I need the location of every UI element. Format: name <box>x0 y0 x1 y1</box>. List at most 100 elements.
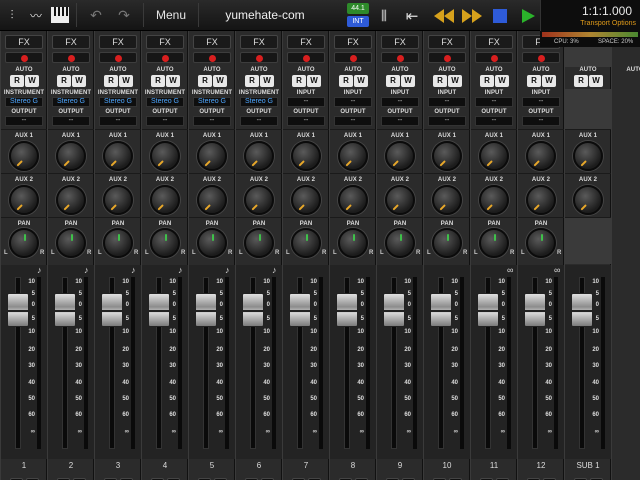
pan-knob[interactable] <box>291 228 321 258</box>
aux2-send-knob[interactable] <box>526 185 556 215</box>
aux2-send-knob[interactable] <box>385 185 415 215</box>
source-select[interactable]: -- <box>334 97 372 107</box>
aux1-send-knob[interactable] <box>244 141 274 171</box>
record-arm-button[interactable] <box>522 52 560 63</box>
fx-button[interactable]: FX <box>240 35 278 49</box>
automation-write-button[interactable]: W <box>72 75 86 87</box>
aux1-send-knob[interactable] <box>150 141 180 171</box>
aux1-send-knob[interactable] <box>197 141 227 171</box>
pan-knob[interactable] <box>479 228 509 258</box>
aux2-send-knob[interactable] <box>197 185 227 215</box>
record-arm-button[interactable] <box>475 52 513 63</box>
source-select[interactable]: -- <box>475 97 513 107</box>
undo-button[interactable]: ↶ <box>85 3 107 27</box>
output-select[interactable]: -- <box>52 116 90 126</box>
aux2-send-knob[interactable] <box>479 185 509 215</box>
fast-forward-button[interactable] <box>458 4 486 28</box>
automation-write-button[interactable]: W <box>25 75 39 87</box>
keyboard-view-button[interactable] <box>48 0 72 31</box>
pan-knob[interactable] <box>526 228 556 258</box>
return-to-start-button[interactable]: ⇤ <box>400 4 424 28</box>
aux1-send-knob[interactable] <box>338 141 368 171</box>
pan-knob[interactable] <box>244 228 274 258</box>
source-select[interactable]: Stereo G <box>99 97 137 107</box>
automation-write-button[interactable]: W <box>119 75 133 87</box>
redo-button[interactable]: ↷ <box>113 3 135 27</box>
record-arm-button[interactable] <box>334 52 372 63</box>
output-select[interactable]: -- <box>146 116 184 126</box>
fx-button[interactable]: FX <box>287 35 325 49</box>
volume-fader-handle[interactable] <box>524 293 546 327</box>
record-arm-button[interactable] <box>240 52 278 63</box>
source-select[interactable]: Stereo G <box>5 97 43 107</box>
pan-knob[interactable] <box>197 228 227 258</box>
output-select[interactable]: -- <box>287 116 325 126</box>
fx-button[interactable]: FX <box>146 35 184 49</box>
record-arm-button[interactable] <box>287 52 325 63</box>
pan-knob[interactable] <box>103 228 133 258</box>
source-select[interactable]: -- <box>381 97 419 107</box>
volume-fader-handle[interactable] <box>7 293 29 327</box>
aux2-send-knob[interactable] <box>103 185 133 215</box>
fx-button[interactable]: FX <box>475 35 513 49</box>
waveform-view-button[interactable]: 〰 <box>24 0 48 31</box>
automation-write-button[interactable]: W <box>166 75 180 87</box>
volume-fader-handle[interactable] <box>477 293 499 327</box>
volume-fader-handle[interactable] <box>54 293 76 327</box>
automation-read-button[interactable]: R <box>292 75 306 87</box>
record-arm-button[interactable] <box>146 52 184 63</box>
automation-read-button[interactable]: R <box>480 75 494 87</box>
mixer-settings-button[interactable]: ⫼ <box>372 4 396 28</box>
record-arm-button[interactable] <box>99 52 137 63</box>
output-select[interactable]: -- <box>522 116 560 126</box>
pan-knob[interactable] <box>9 228 39 258</box>
output-select[interactable]: -- <box>428 116 466 126</box>
volume-fader-handle[interactable] <box>242 293 264 327</box>
aux1-send-knob[interactable] <box>526 141 556 171</box>
aux1-send-knob[interactable] <box>479 141 509 171</box>
aux1-send-knob[interactable] <box>385 141 415 171</box>
aux2-send-knob[interactable] <box>244 185 274 215</box>
output-select[interactable]: -- <box>193 116 231 126</box>
automation-write-button[interactable]: W <box>401 75 415 87</box>
aux1-send-knob[interactable] <box>56 141 86 171</box>
automation-write-button[interactable]: W <box>448 75 462 87</box>
aux2-send-knob[interactable] <box>338 185 368 215</box>
volume-fader-handle[interactable] <box>571 293 593 327</box>
aux2-send-knob[interactable] <box>56 185 86 215</box>
aux1-send-knob[interactable] <box>573 141 603 171</box>
menu-button[interactable]: Menu <box>148 8 194 22</box>
automation-read-button[interactable]: R <box>245 75 259 87</box>
aux2-send-knob[interactable] <box>432 185 462 215</box>
pan-knob[interactable] <box>56 228 86 258</box>
aux2-send-knob[interactable] <box>150 185 180 215</box>
automation-read-button[interactable]: R <box>339 75 353 87</box>
position-display[interactable]: 1:1:1.000 Transport Options <box>540 0 640 31</box>
record-arm-button[interactable] <box>5 52 43 63</box>
aux2-send-knob[interactable] <box>9 185 39 215</box>
fx-button[interactable]: FX <box>193 35 231 49</box>
automation-read-button[interactable]: R <box>386 75 400 87</box>
fx-button[interactable]: FX <box>52 35 90 49</box>
source-select[interactable]: -- <box>287 97 325 107</box>
automation-read-button[interactable]: R <box>574 75 588 87</box>
aux1-send-knob[interactable] <box>9 141 39 171</box>
output-select[interactable]: -- <box>475 116 513 126</box>
volume-fader-handle[interactable] <box>148 293 170 327</box>
automation-read-button[interactable]: R <box>104 75 118 87</box>
automation-write-button[interactable]: W <box>495 75 509 87</box>
record-arm-button[interactable] <box>193 52 231 63</box>
volume-fader-handle[interactable] <box>336 293 358 327</box>
pan-knob[interactable] <box>385 228 415 258</box>
automation-write-button[interactable]: W <box>260 75 274 87</box>
volume-fader-handle[interactable] <box>430 293 452 327</box>
source-select[interactable]: Stereo G <box>240 97 278 107</box>
stop-button[interactable] <box>486 4 514 28</box>
volume-fader-handle[interactable] <box>101 293 123 327</box>
output-select[interactable]: -- <box>99 116 137 126</box>
automation-read-button[interactable]: R <box>10 75 24 87</box>
transport-options-link[interactable]: Transport Options <box>580 20 636 27</box>
automation-read-button[interactable]: R <box>527 75 541 87</box>
automation-read-button[interactable]: R <box>198 75 212 87</box>
automation-write-button[interactable]: W <box>542 75 556 87</box>
